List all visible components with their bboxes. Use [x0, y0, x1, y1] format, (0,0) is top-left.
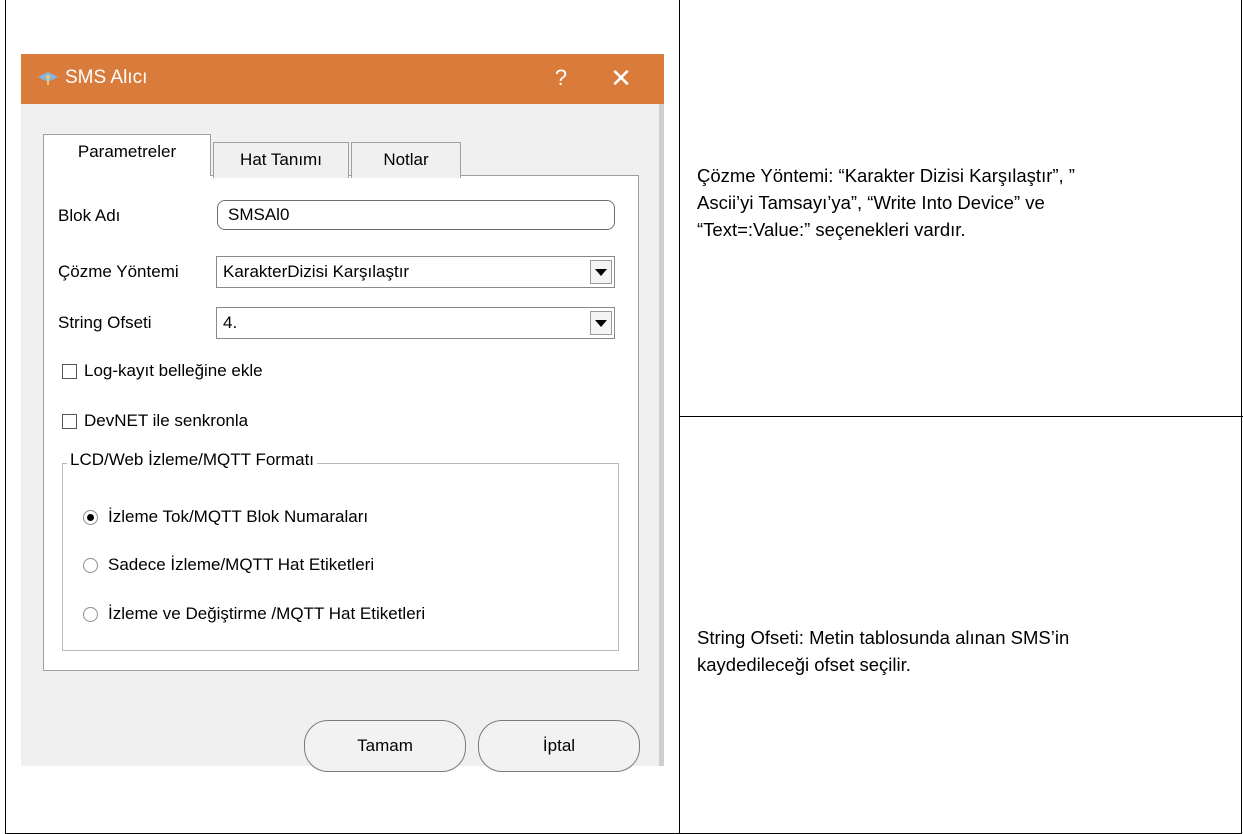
- radio-monitor-change[interactable]: [83, 607, 98, 622]
- log-record-label: Log-kayıt belleğine ekle: [84, 361, 263, 380]
- string-offset-value: 4.: [223, 313, 238, 332]
- devnet-sync-label: DevNET ile senkronla: [84, 411, 249, 430]
- radio-block-numbers[interactable]: [83, 510, 98, 525]
- decode-method-line-2: Ascii’yi Tamsayı’ya”, “Write Into Device…: [697, 192, 1045, 213]
- radio-monitor-change-label: İzleme ve Değiştirme /MQTT Hat Etiketler…: [108, 604, 426, 623]
- decode-method-value: KarakterDizisi Karşılaştır: [223, 262, 410, 281]
- devnet-sync-checkbox[interactable]: [62, 414, 77, 429]
- string-offset-label: String Ofseti: [58, 313, 152, 332]
- cancel-button[interactable]: İptal: [478, 720, 640, 772]
- log-record-checkbox[interactable]: [62, 364, 77, 379]
- table-column-divider: [679, 0, 680, 834]
- radio-monitor-only-label: Sadece İzleme/MQTT Hat Etiketleri: [108, 555, 375, 574]
- help-button[interactable]: ?: [549, 65, 573, 91]
- block-name-input[interactable]: SMSAl0: [217, 200, 615, 230]
- radio-monitor-only[interactable]: [83, 558, 98, 573]
- decode-method-line-3: “Text=:Value:” seçenekleri vardır.: [697, 219, 966, 240]
- dropdown-arrow-icon[interactable]: [590, 311, 612, 335]
- dialog-border: [659, 104, 664, 766]
- block-name-label: Blok Adı: [58, 206, 121, 225]
- decode-method-label: Çözme Yöntemi: [58, 262, 179, 281]
- ok-button[interactable]: Tamam: [304, 720, 466, 772]
- sms-receiver-dialog: SMS Alıcı ? ✕ Parametreler Hat Tanımı No…: [21, 54, 664, 772]
- group-title: LCD/Web İzleme/MQTT Formatı: [67, 450, 318, 470]
- string-offset-select[interactable]: 4.: [216, 307, 615, 339]
- dialog-title: SMS Alıcı: [65, 67, 148, 88]
- string-offset-description: String Ofseti: Metin tablosunda alınan S…: [697, 624, 1217, 678]
- table-row-divider: [679, 416, 1243, 417]
- string-offset-line-1: String Ofseti: Metin tablosunda alınan S…: [697, 627, 1070, 648]
- decode-method-description: Çözme Yöntemi: “Karakter Dizisi Karşılaş…: [697, 162, 1217, 243]
- tab-parameters[interactable]: Parametreler: [43, 134, 211, 176]
- dropdown-arrow-icon[interactable]: [590, 260, 612, 284]
- decode-method-select[interactable]: KarakterDizisi Karşılaştır: [216, 256, 615, 288]
- dialog-titlebar: SMS Alıcı ? ✕: [21, 54, 664, 104]
- app-icon: [38, 72, 58, 85]
- radio-block-numbers-label: İzleme Tok/MQTT Blok Numaraları: [108, 507, 369, 526]
- close-button[interactable]: ✕: [607, 63, 635, 94]
- tab-line-definition[interactable]: Hat Tanımı: [213, 142, 349, 178]
- decode-method-line-1: Çözme Yöntemi: “Karakter Dizisi Karşılaş…: [697, 165, 1075, 186]
- tab-notes[interactable]: Notlar: [351, 142, 461, 178]
- string-offset-line-2: kaydedileceği ofset seçilir.: [697, 654, 911, 675]
